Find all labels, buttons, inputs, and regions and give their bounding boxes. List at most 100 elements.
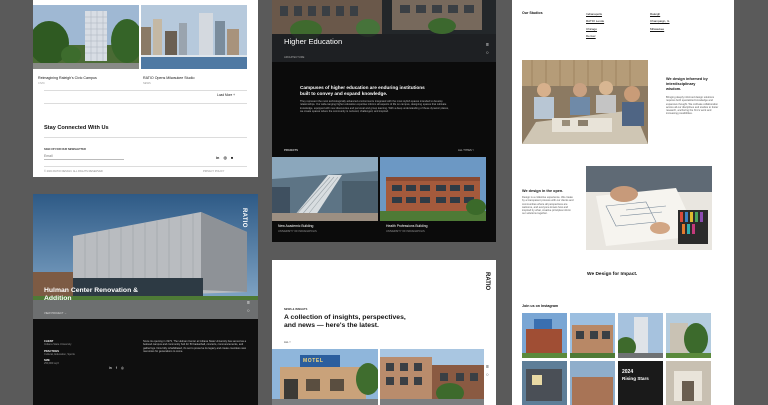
intro-body: They represent the most technologically … — [300, 100, 449, 113]
info-size: SIZE 250,000 sq ft — [44, 359, 104, 366]
news-card-milwaukee-studio[interactable]: RATIO Opens Milwaukee Studio NEWS — [141, 5, 247, 85]
instagram-post[interactable] — [522, 313, 567, 358]
sketching-hands-photo — [586, 166, 712, 250]
project-card-title[interactable]: Health Professions Building — [386, 224, 427, 228]
motel-sign: MOTEL — [303, 358, 324, 364]
studios-label: Our Studios — [522, 11, 543, 15]
instagram-post[interactable] — [618, 313, 663, 358]
search-icon[interactable]: ○ — [486, 50, 489, 55]
project-info-columns: CLIENT Indiana State University PRACTICE… — [44, 340, 104, 366]
studio-link[interactable]: Milwaukee — [650, 26, 670, 33]
menu-icon[interactable]: ≡ — [247, 300, 250, 306]
block1-title: We design informed by interdisciplinary … — [666, 77, 708, 91]
instagram-post[interactable] — [666, 361, 711, 405]
post-title: Rising Stars — [622, 376, 649, 381]
info-practices: PRACTICES Cultural, Education, Sports — [44, 350, 104, 357]
campus-hero-photo — [272, 0, 496, 62]
studios-list-2: Raleigh Champaign, IL Milwaukee — [650, 11, 670, 33]
facebook-icon[interactable]: ■ — [231, 156, 233, 160]
load-more-button[interactable]: Load More + — [217, 93, 235, 97]
instagram-post[interactable] — [666, 313, 711, 358]
studio-link[interactable]: Indianapolis — [586, 11, 604, 18]
academic-atrium-photo — [272, 157, 378, 221]
studio-link[interactable]: Raleigh — [650, 11, 670, 18]
instagram-icon[interactable]: ◎ — [121, 366, 124, 370]
filter-label: ALL — [284, 341, 289, 344]
filter-dropdown[interactable]: ALL TYPES ˅ — [458, 149, 474, 152]
studio-link[interactable]: Chicago — [586, 26, 604, 33]
civic-tower-photo — [33, 5, 139, 69]
chevron-down-icon: ˅ — [289, 341, 291, 344]
arrow-right-icon: → — [64, 312, 67, 315]
search-icon[interactable]: ○ — [247, 308, 250, 313]
news-card-title[interactable]: RATIO Opens Milwaukee Studio — [143, 76, 194, 80]
projects-label: PROJECTS — [284, 149, 298, 152]
section-eyebrow: NEWS & INSIGHTS — [284, 308, 308, 311]
studio-link[interactable]: Champaign, IL — [650, 18, 670, 25]
logo[interactable]: RATIO — [241, 208, 247, 228]
menu-icon[interactable]: ≡ — [486, 42, 489, 48]
news-card-title[interactable]: Reimagining Raleigh's Civic Campus — [38, 76, 97, 80]
connect-title: Stay Connected With Us — [44, 125, 109, 131]
search-icon[interactable]: ○ — [486, 372, 489, 377]
headline-line-1: A collection of insights, perspectives, — [284, 314, 406, 321]
news-card-category: NEWS — [143, 82, 151, 85]
filter-label: ALL TYPES — [458, 149, 472, 152]
load-more-label: Load More — [217, 93, 233, 97]
view-project-link[interactable]: VIEW PROJECT → — [44, 312, 67, 315]
block1-body: Bringing deeply informed design solution… — [666, 96, 719, 116]
block1-title-line: wisdom. — [666, 86, 682, 91]
health-professions-photo — [380, 157, 486, 221]
linkedin-icon[interactable]: in — [109, 366, 112, 370]
info-value: 250,000 sq ft — [44, 362, 59, 366]
info-client: CLIENT Indiana State University — [44, 340, 104, 347]
project-card[interactable]: Health Professions Building UNIVERSITY O… — [380, 157, 486, 237]
menu-icon[interactable]: ≡ — [486, 364, 489, 370]
chevron-down-icon: ˅ — [472, 149, 474, 152]
project-card-title[interactable]: New Academic Building — [278, 224, 313, 228]
motel-street-photo — [272, 349, 378, 405]
social-links: in f ◎ — [109, 366, 124, 370]
linkedin-icon[interactable]: in — [216, 156, 219, 160]
headline-line-2: built to convey and expand knowledge. — [300, 91, 388, 97]
hero-title-line-2: Addition — [44, 295, 72, 303]
project-card[interactable]: New Academic Building UNIVERSITY OF INDI… — [272, 157, 378, 237]
impact-heading: We Design for Impact. — [587, 272, 638, 277]
filter-dropdown[interactable]: ALL ˅ — [284, 341, 291, 344]
social-links: in ◎ ■ — [216, 155, 233, 160]
hero-title-line-1: Hulman Center Renovation & — [44, 287, 139, 294]
headline-line-2: and news — here's the latest. — [284, 322, 379, 330]
block2-title: We design in the open. — [522, 189, 564, 193]
news-card-category: CIVIC — [38, 82, 45, 85]
instagram-heading[interactable]: Join us on Instagram — [522, 304, 558, 308]
intro-headline: Campuses of higher education are endurin… — [300, 85, 476, 97]
info-value: Indiana State University — [44, 343, 72, 347]
divider — [44, 103, 247, 104]
email-field[interactable] — [44, 153, 124, 160]
post-year: 2024 — [622, 369, 634, 375]
news-insights-panel: RATIO NEWS & INSIGHTS A collection of in… — [272, 260, 496, 405]
project-detail-panel: RATIO Hulman Center Renovation & Additio… — [33, 194, 258, 405]
logo[interactable]: RATIO — [484, 272, 490, 290]
instagram-post[interactable] — [570, 313, 615, 358]
hero-title: Higher Education — [284, 37, 343, 46]
instagram-post[interactable] — [570, 361, 615, 405]
instagram-post[interactable] — [522, 361, 567, 405]
plus-icon: + — [233, 93, 236, 97]
block2-body: Design is a collective experience. We cr… — [522, 196, 574, 216]
instagram-icon[interactable]: ◎ — [223, 156, 226, 160]
facebook-icon[interactable]: f — [116, 366, 117, 370]
news-card-civic-campus[interactable]: Reimagining Raleigh's Civic Campus CIVIC — [33, 5, 139, 85]
studio-link[interactable]: RATIO Lende — [586, 18, 604, 25]
privacy-link[interactable]: PRIVACY POLICY — [203, 170, 224, 173]
studios-list-1: Indianapolis RATIO Lende Chicago Denver — [586, 11, 604, 41]
view-project-label: VIEW PROJECT — [44, 312, 64, 315]
news-grid-panel: Reimagining Raleigh's Civic Campus CIVIC… — [33, 0, 258, 177]
brick-building-photo — [380, 349, 484, 405]
divider — [44, 166, 247, 167]
instagram-post[interactable]: 2024 Rising Stars — [618, 361, 663, 405]
higher-education-panel: Higher Education ARCHITECTURE ≡ ○ Campus… — [272, 0, 496, 242]
project-card-client: UNIVERSITY OF INDIANAPOLIS — [278, 230, 317, 233]
studio-link[interactable]: Denver — [586, 33, 604, 40]
newsletter-label: SIGN UP FOR OUR NEWSLETTER — [44, 148, 86, 151]
